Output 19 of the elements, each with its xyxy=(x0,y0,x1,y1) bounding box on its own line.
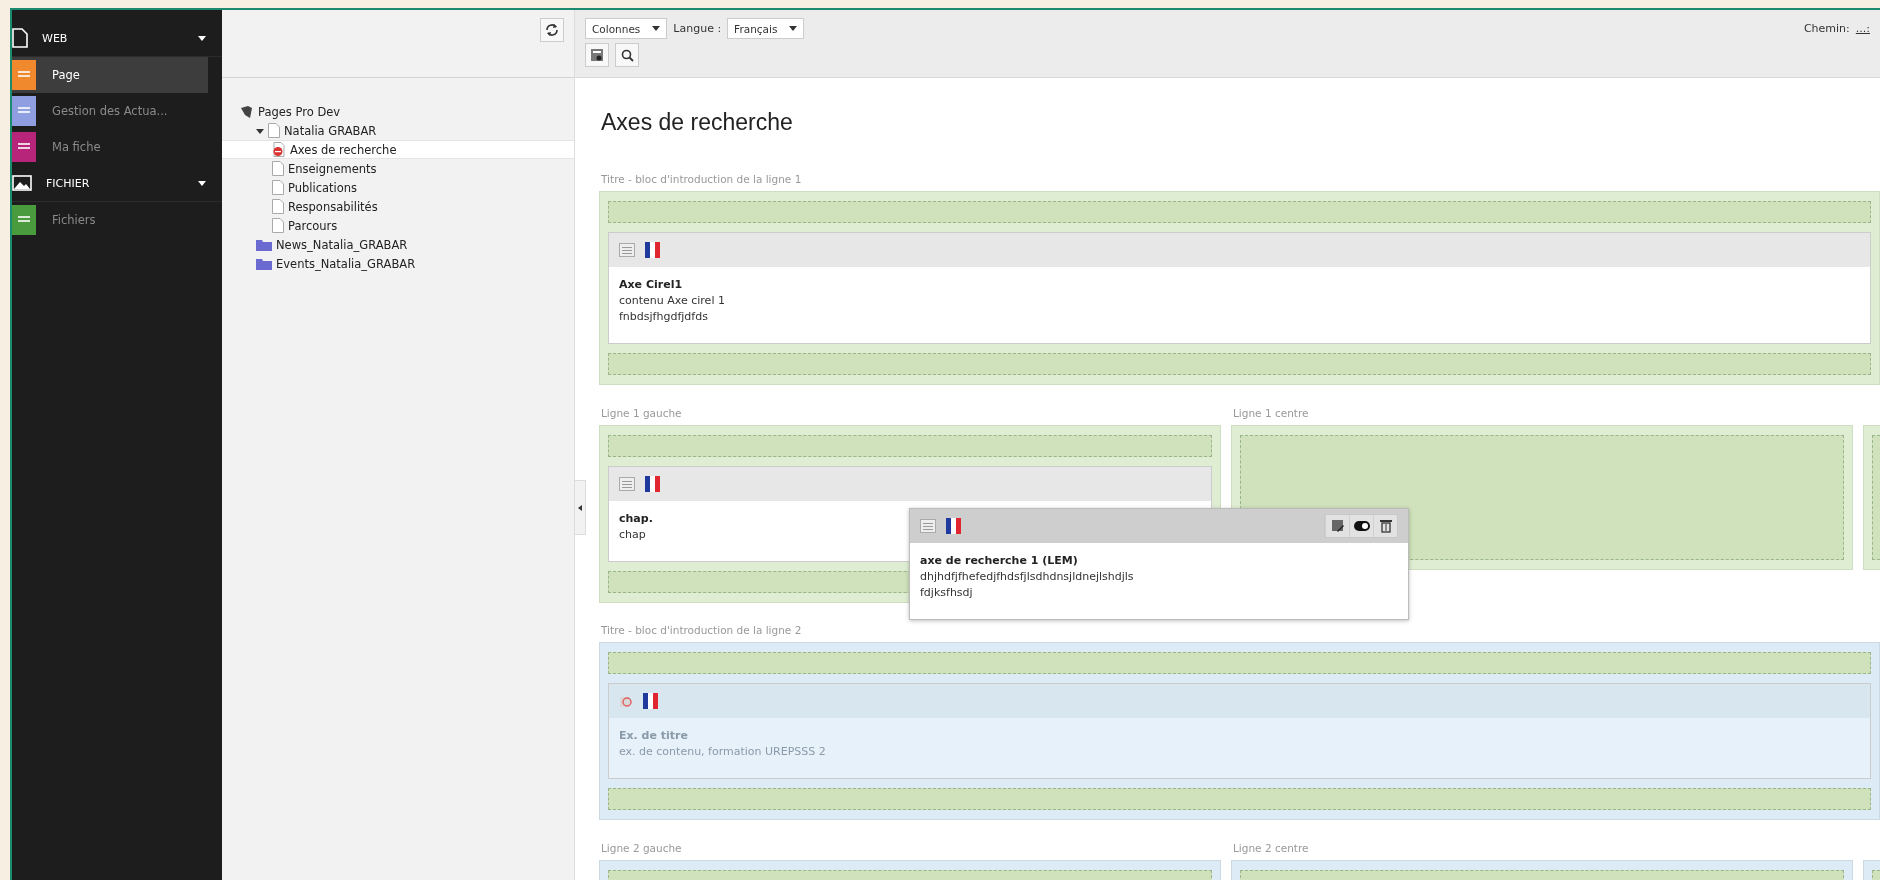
page-title: Axes de recherche xyxy=(601,108,794,136)
card-text: ex. de contenu, formation UREPSSS 2 xyxy=(619,744,826,760)
column-label: Ligne 2 centre xyxy=(1232,841,1310,856)
card-title: chap. xyxy=(619,511,653,527)
path-label: Chemin: xyxy=(1803,22,1850,35)
card-text: contenu Axe cirel 1 xyxy=(619,293,725,309)
column-label: Ligne 1 gauche xyxy=(600,406,683,421)
card-text: chap xyxy=(619,527,646,543)
card-title: Axe Cirel1 xyxy=(619,277,683,293)
card-text: dhjhdfjfhefedjfhdsfjlsdhdnsjldnejlshdjls xyxy=(920,569,1134,585)
card-text: fdjksfhsdj xyxy=(920,585,973,601)
column-label: Ligne 2 gauche xyxy=(600,841,683,856)
card-title: Ex. de titre xyxy=(619,728,688,744)
section-label: Titre - bloc d'introduction de la ligne 1 xyxy=(600,172,803,187)
card-title: axe de recherche 1 (LEM) xyxy=(920,553,1078,569)
card-text: fnbdsjfhgdfjdfds xyxy=(619,309,708,325)
section-label: Titre - bloc d'introduction de la ligne 2 xyxy=(600,623,803,638)
language-label: Langue : xyxy=(673,22,722,35)
column-label: Ligne 1 centre xyxy=(1232,406,1310,421)
